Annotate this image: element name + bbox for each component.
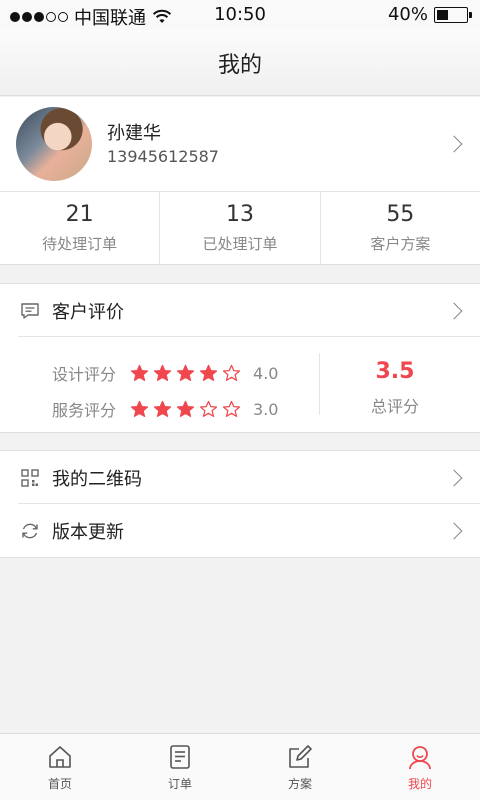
tab-label: 首页 [47, 776, 72, 791]
refresh-icon [22, 523, 38, 538]
stat-customer-plans[interactable]: 55 客户方案 [321, 192, 480, 264]
star-empty-icon [222, 364, 241, 381]
star-empty-icon [222, 400, 241, 417]
battery-icon [434, 6, 472, 23]
total-score: 3.5 [375, 359, 415, 384]
comment-icon [21, 302, 39, 319]
nav-bar: 我的 [0, 30, 480, 96]
design-rating-label: 设计评分 [52, 365, 117, 384]
stat-processed-orders[interactable]: 13 已处理订单 [160, 192, 321, 264]
star-filled-icon [199, 364, 218, 381]
profile-phone: 13945612587 [107, 147, 219, 166]
stat-value: 21 [65, 202, 94, 227]
chevron-right-icon [445, 135, 463, 153]
service-rating-label: 服务评分 [52, 401, 117, 420]
stat-value: 13 [225, 202, 254, 227]
service-rating: 服务评分 3.0 [52, 397, 278, 421]
tab-label: 订单 [167, 776, 192, 791]
tab-label: 我的 [407, 776, 432, 791]
tab-mine[interactable]: 我的 [360, 734, 480, 800]
chevron-right-icon [445, 522, 463, 540]
version-update-row[interactable]: 版本更新 [0, 504, 480, 557]
star-filled-icon [153, 364, 172, 381]
stat-pending-orders[interactable]: 21 待处理订单 [0, 192, 161, 264]
reviews-row[interactable]: 客户评价 [0, 284, 480, 337]
qrcode-label: 我的二维码 [52, 468, 142, 490]
chevron-right-icon [445, 302, 463, 320]
page-title: 我的 [217, 52, 262, 78]
user-icon [409, 745, 431, 769]
home-icon [49, 745, 71, 768]
rating-area: 设计评分 4.0 服务评分 3.0 3.5 总评分 [0, 337, 480, 432]
service-stars [130, 400, 241, 419]
menu-card: 我的二维码 版本更新 [0, 450, 480, 558]
stat-label: 待处理订单 [42, 235, 118, 253]
tab-orders[interactable]: 订单 [120, 734, 240, 800]
stats-row: 21 待处理订单 13 已处理订单 55 客户方案 [0, 192, 480, 265]
design-stars [130, 364, 241, 383]
service-rating-value: 3.0 [253, 399, 279, 419]
stat-label: 已处理订单 [202, 235, 278, 253]
stat-value: 55 [386, 202, 415, 227]
chevron-right-icon [445, 469, 463, 487]
star-filled-icon [176, 364, 195, 381]
order-icon [170, 744, 190, 769]
design-rating-value: 4.0 [253, 363, 279, 383]
tab-plans[interactable]: 方案 [240, 734, 360, 800]
stat-label: 客户方案 [370, 235, 431, 253]
total-score-label: 总评分 [370, 397, 419, 416]
star-filled-icon [130, 364, 149, 381]
qrcode-icon [21, 468, 39, 487]
version-update-label: 版本更新 [52, 521, 124, 543]
battery-percent: 40% [387, 4, 428, 25]
tab-label: 方案 [287, 776, 312, 791]
profile-card[interactable]: 孙建华 13945612587 [0, 97, 480, 192]
edit-icon [289, 744, 312, 768]
reviews-card: 客户评价 设计评分 4.0 服务评分 3.0 3.5 总评分 [0, 283, 480, 433]
tab-home[interactable]: 首页 [0, 734, 120, 800]
star-filled-icon [176, 400, 195, 417]
avatar [16, 107, 92, 181]
star-empty-icon [199, 400, 218, 417]
qrcode-row[interactable]: 我的二维码 [0, 451, 480, 504]
star-filled-icon [153, 400, 172, 417]
design-rating: 设计评分 4.0 [52, 361, 278, 385]
profile-name: 孙建华 [107, 123, 161, 144]
tab-bar: 首页 订单 方案 我的 [0, 733, 480, 800]
star-filled-icon [130, 400, 149, 417]
reviews-title: 客户评价 [52, 301, 124, 323]
status-bar: 中国联通 10:50 40% [0, 0, 480, 30]
